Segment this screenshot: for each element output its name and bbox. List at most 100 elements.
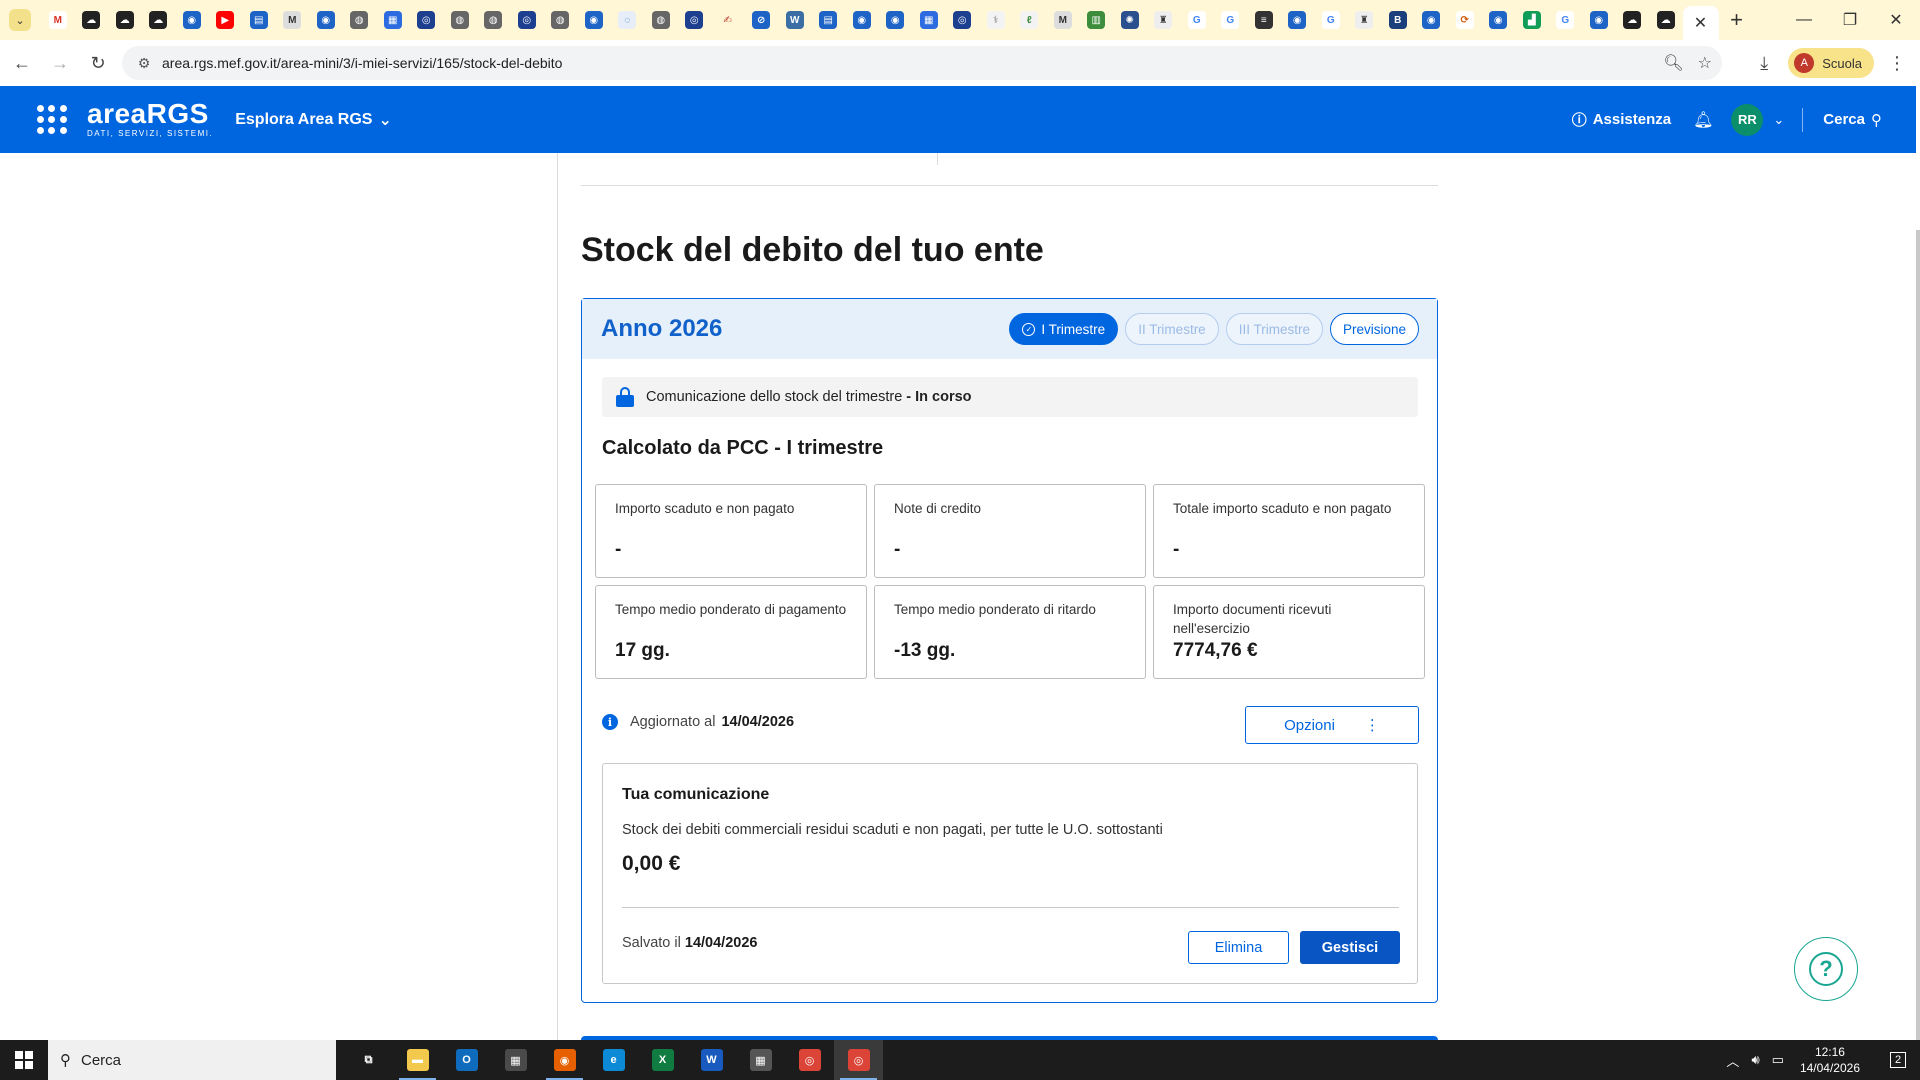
taskbar-app[interactable]: ▬ <box>393 1040 442 1080</box>
header-search-button[interactable]: Cerca ⚲ <box>1823 111 1882 129</box>
taskbar-app[interactable]: X <box>638 1040 687 1080</box>
user-avatar[interactable]: RR <box>1731 103 1764 136</box>
pinned-tab[interactable]: G <box>1549 0 1583 40</box>
taskbar-app[interactable]: ◉ <box>540 1040 589 1080</box>
pinned-tab[interactable]: M <box>1046 0 1080 40</box>
taskbar-app[interactable]: O <box>442 1040 491 1080</box>
pinned-tab[interactable]: ☁ <box>1616 0 1650 40</box>
pinned-tab[interactable]: ◉ <box>175 0 209 40</box>
pinned-tab[interactable]: ≡ <box>1247 0 1281 40</box>
reload-icon[interactable]: ↻ <box>82 47 114 79</box>
delete-button[interactable]: Elimina <box>1188 931 1289 964</box>
browser-menu-icon[interactable]: ⋮ <box>1888 53 1906 74</box>
pinned-tab[interactable]: ✍ <box>711 0 745 40</box>
bookmark-star-icon[interactable]: ☆ <box>1698 53 1712 73</box>
pinned-tab[interactable]: ▦ <box>912 0 946 40</box>
taskbar-app[interactable]: ⧉ <box>344 1040 393 1080</box>
pinned-tab[interactable]: ◉ <box>1482 0 1516 40</box>
pinned-tab[interactable]: M <box>276 0 310 40</box>
pinned-tab[interactable]: ◉ <box>577 0 611 40</box>
start-button[interactable] <box>0 1040 48 1080</box>
pinned-tab[interactable]: ◍ <box>443 0 477 40</box>
network-icon[interactable]: ▭ <box>1772 1052 1784 1068</box>
volume-icon[interactable]: 🔊︎ <box>1751 1052 1759 1068</box>
pinned-tab[interactable]: ⊘ <box>745 0 779 40</box>
pinned-tab[interactable]: G <box>1314 0 1348 40</box>
new-tab-button[interactable]: + <box>1719 0 1755 40</box>
active-tab-close-icon[interactable]: ✕ <box>1682 6 1719 40</box>
tray-chevron-up-icon[interactable]: ︿ <box>1726 1051 1739 1070</box>
close-window-icon[interactable]: ✕ <box>1868 0 1920 40</box>
taskbar-app[interactable]: e <box>589 1040 638 1080</box>
pinned-tab[interactable]: ◍ <box>477 0 511 40</box>
forward-icon[interactable]: → <box>44 47 76 79</box>
pinned-tab[interactable]: W <box>778 0 812 40</box>
pinned-tab[interactable]: ♜ <box>1147 0 1181 40</box>
taskbar-app[interactable]: ▦ <box>736 1040 785 1080</box>
pinned-tab[interactable]: ◍ <box>644 0 678 40</box>
year-label: Anno 2026 <box>601 315 723 342</box>
notification-center-icon[interactable]: 2 <box>1876 1040 1920 1080</box>
pinned-tab[interactable]: ◉ <box>1582 0 1616 40</box>
pinned-tab[interactable]: G <box>1214 0 1248 40</box>
quarter-tab[interactable]: ✓ I Trimestre <box>1009 313 1119 345</box>
pinned-tab[interactable]: ▤ <box>242 0 276 40</box>
explore-menu[interactable]: Esplora Area RGS ⌄ <box>235 110 392 130</box>
apps-grid-icon[interactable] <box>35 103 69 137</box>
pinned-tab[interactable]: ☁ <box>142 0 176 40</box>
help-link[interactable]: ⓘ Assistenza <box>1572 109 1671 130</box>
zoom-icon[interactable]: 🔍︎ <box>1663 53 1683 73</box>
pinned-tab[interactable]: ▦ <box>376 0 410 40</box>
pinned-tab[interactable]: B <box>1381 0 1415 40</box>
pinned-tab[interactable]: ◎ <box>410 0 444 40</box>
pinned-tab[interactable]: M <box>41 0 75 40</box>
pinned-tab[interactable]: ▤ <box>812 0 846 40</box>
pinned-tab[interactable]: ◍ <box>343 0 377 40</box>
pinned-tab[interactable]: ◉ <box>845 0 879 40</box>
pinned-tab[interactable]: ✺ <box>1113 0 1147 40</box>
chevron-down-icon[interactable]: ⌄ <box>1773 112 1784 128</box>
page-scrollbar[interactable] <box>1916 230 1920 1040</box>
pinned-tab[interactable]: ◉ <box>879 0 913 40</box>
pinned-tab[interactable]: ◍ <box>544 0 578 40</box>
bell-icon[interactable]: 🔔︎ <box>1693 110 1713 130</box>
back-icon[interactable]: ← <box>6 47 38 79</box>
pinned-tab[interactable]: ◎ <box>510 0 544 40</box>
stat-card: Totale importo scaduto e non pagato - <box>1153 484 1425 578</box>
pinned-tab[interactable]: ☁ <box>75 0 109 40</box>
browser-toolbar: ← → ↻ ⚙ area.rgs.mef.gov.it/area-mini/3/… <box>0 40 1920 86</box>
pinned-tab[interactable]: ◎ <box>946 0 980 40</box>
taskbar-app[interactable]: ▦ <box>491 1040 540 1080</box>
profile-button[interactable]: A Scuola <box>1788 48 1874 78</box>
site-settings-icon[interactable]: ⚙ <box>130 55 158 72</box>
address-bar[interactable]: ⚙ area.rgs.mef.gov.it/area-mini/3/i-miei… <box>122 46 1722 80</box>
tab-search-chevron-icon[interactable]: ⌄ <box>9 9 31 31</box>
taskbar-app[interactable]: W <box>687 1040 736 1080</box>
pinned-tab[interactable]: ◉ <box>1281 0 1315 40</box>
pinned-tab[interactable]: G <box>1180 0 1214 40</box>
pinned-tab[interactable]: ◎ <box>678 0 712 40</box>
pinned-tab[interactable]: ◉ <box>1415 0 1449 40</box>
pinned-tab[interactable]: ▟ <box>1515 0 1549 40</box>
help-fab-button[interactable]: ? <box>1794 937 1858 1001</box>
pinned-tab[interactable]: ▥ <box>1080 0 1114 40</box>
site-logo[interactable]: areaRGS DATI, SERVIZI, SISTEMI. <box>87 100 213 139</box>
taskbar-search[interactable]: ⚲ Cerca <box>48 1040 336 1080</box>
pinned-tab[interactable]: ℓ <box>1013 0 1047 40</box>
taskbar-app[interactable]: ◎ <box>785 1040 834 1080</box>
taskbar-app[interactable]: ◎ <box>834 1040 883 1080</box>
pinned-tab[interactable]: ▶ <box>209 0 243 40</box>
pinned-tab[interactable]: ⚕ <box>979 0 1013 40</box>
pinned-tab[interactable]: ☁ <box>1649 0 1683 40</box>
download-icon[interactable]: ⤓ <box>1760 53 1768 74</box>
pinned-tab[interactable]: ☁ <box>108 0 142 40</box>
url-text[interactable]: area.rgs.mef.gov.it/area-mini/3/i-miei-s… <box>162 55 562 71</box>
quarter-tab[interactable]: Previsione <box>1329 313 1419 345</box>
pinned-tab[interactable]: ◌ <box>611 0 645 40</box>
pinned-tab[interactable]: ♜ <box>1348 0 1382 40</box>
manage-button[interactable]: Gestisci <box>1300 931 1400 964</box>
clock[interactable]: 12:16 14/04/2026 <box>1800 1044 1860 1076</box>
options-button[interactable]: Opzioni ⋮ <box>1245 706 1419 744</box>
pinned-tab[interactable]: ⟳ <box>1448 0 1482 40</box>
pinned-tab[interactable]: ◉ <box>309 0 343 40</box>
